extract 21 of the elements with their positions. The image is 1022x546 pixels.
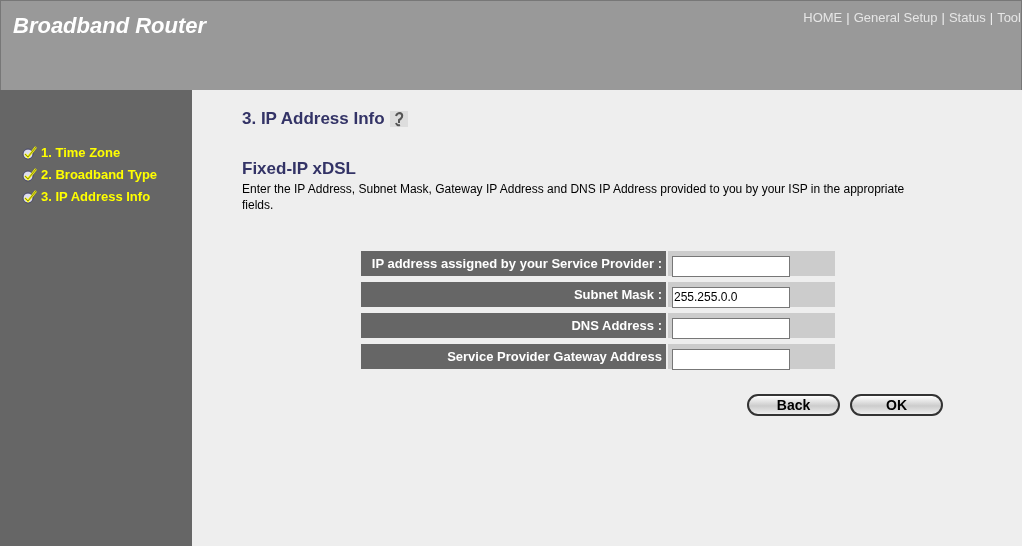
- nav-separator: |: [846, 10, 850, 25]
- input-field[interactable]: [672, 255, 790, 277]
- field-label: IP address assigned by your Service Provider :: [361, 251, 666, 276]
- action-button[interactable]: OK: [850, 394, 943, 416]
- input-field[interactable]: [672, 317, 790, 339]
- field-label: Subnet Mask :: [361, 282, 666, 307]
- field-label: DNS Address :: [361, 313, 666, 338]
- nav-separator: |: [989, 10, 994, 25]
- nav-separator: |: [941, 10, 945, 25]
- sidebar-item[interactable]: 3. IP Address Info: [22, 186, 192, 208]
- description-text: Enter the IP Address, Subnet Mask, Gateway IP Address and DNS IP Address provided to you by your ISP in the appropriate fields.: [242, 181, 906, 213]
- field-label: Service Provider Gateway Address: [361, 344, 666, 369]
- input-field[interactable]: [672, 348, 790, 370]
- help-icon[interactable]: [388, 109, 409, 128]
- sidebar-item[interactable]: 1. Time Zone: [22, 142, 192, 164]
- sidebar-item[interactable]: 2. Broadband Type: [22, 164, 192, 186]
- router-title: Broadband Router: [12, 12, 207, 40]
- section-heading: Fixed-IP xDSL: [242, 157, 357, 180]
- input-field[interactable]: 255.255.0.0: [672, 286, 790, 308]
- action-button[interactable]: Back: [747, 394, 840, 416]
- page-title: 3. IP Address Info: [242, 108, 385, 130]
